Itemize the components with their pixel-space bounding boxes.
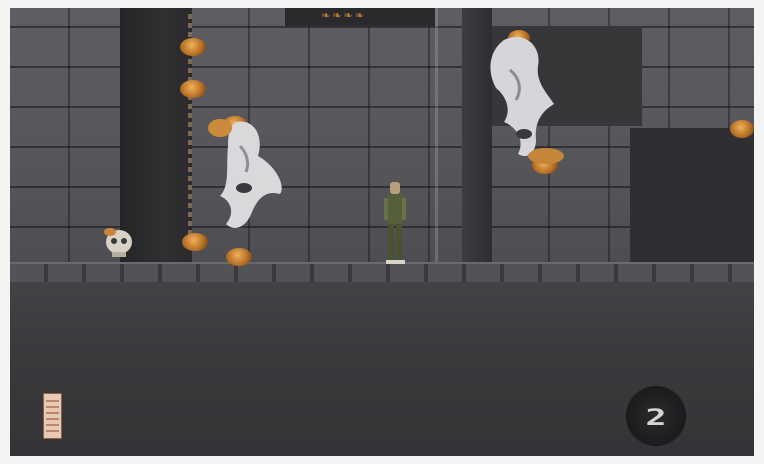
top-hud-glyphs: ❧❧❧❧: [321, 9, 366, 22]
ghost-icon: [490, 36, 564, 164]
flame-orb-icon: [182, 233, 208, 251]
flame-orb-icon: [730, 120, 754, 138]
ghost-icon: [208, 119, 282, 228]
lives-counter-value: 2: [645, 406, 667, 431]
flame-orb-icon: [226, 248, 252, 266]
player-knight-icon: [384, 182, 406, 264]
skull-icon: [104, 228, 132, 257]
shadow-block: [630, 128, 754, 262]
top-hud-strip: ❧❧❧❧: [285, 8, 435, 26]
flame-orb-icon: [180, 80, 206, 98]
energy-meter-icon: [43, 393, 62, 439]
game-screen: ❧❧❧❧ 2: [10, 8, 754, 456]
lives-counter-icon: 2: [626, 386, 686, 446]
wall-edge: [435, 8, 438, 266]
flame-orb-icon: [180, 38, 206, 56]
